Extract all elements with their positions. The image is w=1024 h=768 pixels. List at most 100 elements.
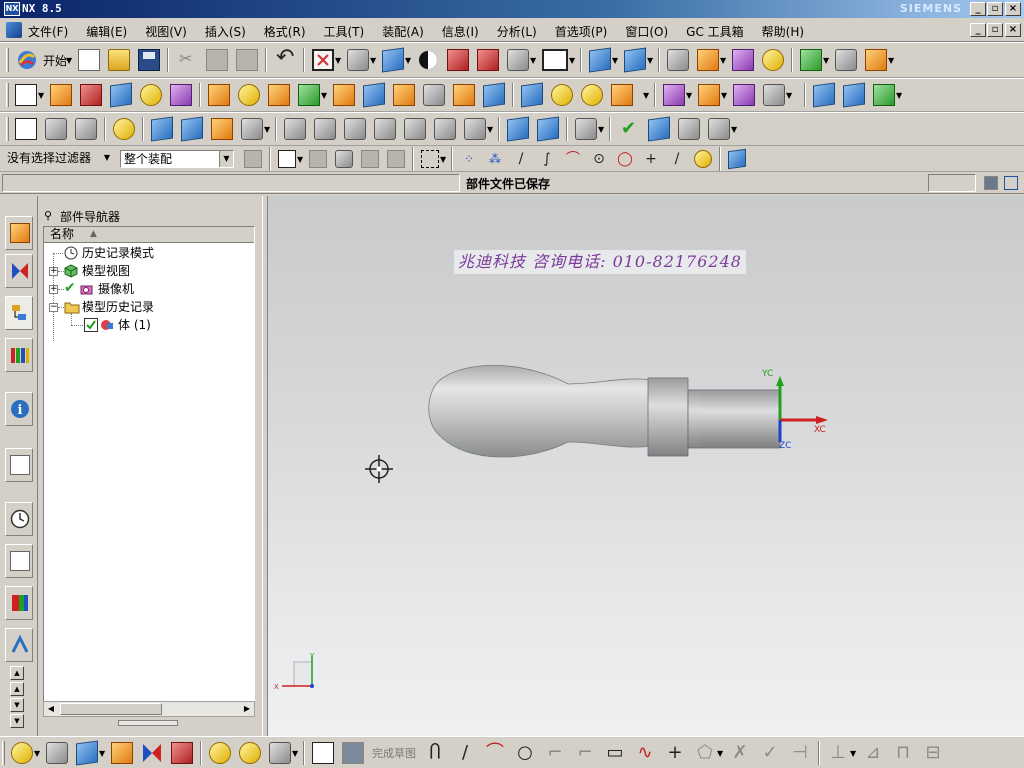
polygon-icon[interactable]: ∿ [634,742,656,764]
arc-icon[interactable]: ⌒ [484,742,506,764]
interpart-link-icon[interactable] [239,742,261,764]
doc-minimize-button[interactable]: _ [970,23,986,37]
snap-point-icon[interactable] [762,49,785,71]
edge-blend-icon[interactable] [393,84,415,106]
surface-sweep-icon[interactable] [873,84,895,106]
snap-on-curve-icon[interactable]: / [668,150,686,168]
menu-file[interactable]: 文件(F) [28,23,68,40]
snap-line-icon[interactable]: / [512,150,530,168]
maximize-graphics-icon[interactable] [1004,176,1018,190]
paste-icon[interactable] [236,49,259,71]
gear-modeling-icon[interactable] [575,118,597,140]
auto-dimension-icon[interactable]: ⊓ [892,742,914,764]
revolve-icon[interactable] [80,84,102,106]
type-filter-select[interactable]: 没有选择过滤器 ▼ [4,150,114,168]
snap-endpoint-icon[interactable]: ⁘ [460,150,478,168]
view-orient-icon[interactable] [728,148,746,170]
move-component-icon[interactable] [181,116,203,142]
move-component-2-icon[interactable] [171,742,193,764]
doc-close-button[interactable]: × [1005,23,1021,37]
extrude-icon[interactable] [50,84,72,106]
body-rule-icon[interactable] [387,150,405,168]
navigator-split-handle[interactable] [118,720,178,726]
sync-replace-face-icon[interactable] [763,84,785,106]
layer-frame-icon[interactable] [542,49,569,71]
chamfer-sketch-icon[interactable]: ⌐ [574,742,596,764]
wcs-origin-icon[interactable] [697,49,720,71]
palette-tab[interactable] [5,586,33,620]
line-icon[interactable]: / [454,742,476,764]
graphics-window[interactable]: 兆迪科技 咨询电话: 010-82176248 YC XC ZC Y X [268,196,1024,736]
orient-view-icon[interactable] [382,47,405,73]
draft-icon[interactable] [483,82,505,108]
block-icon[interactable] [110,82,132,108]
point-icon[interactable]: + [664,742,686,764]
roles-tab[interactable] [5,628,33,662]
unite-icon[interactable] [333,84,355,106]
parts-list-icon[interactable] [678,118,700,140]
filter-settings-icon[interactable] [244,150,262,168]
history-tab[interactable] [5,502,33,536]
sketch-constraint-1-icon[interactable] [284,118,306,140]
split-body-icon[interactable] [551,84,573,106]
resource-scroll-up2-button[interactable]: ▲ [10,682,24,696]
assembly-navigator-tab[interactable] [5,216,33,250]
undo-icon[interactable] [274,45,296,71]
replace-component-icon[interactable] [111,742,133,764]
sketch-constraint-3-icon[interactable] [344,118,366,140]
expand-toggle[interactable]: + [49,285,58,294]
make-corner-icon[interactable]: ⊣ [789,742,811,764]
sync-offset-icon[interactable] [698,84,720,106]
sketch-constraint-6-icon[interactable] [434,118,456,140]
layer-settings-icon[interactable] [667,49,690,71]
checkbox-checked-icon[interactable] [84,318,98,332]
chamfer-icon[interactable] [423,84,445,106]
curve-rule-icon[interactable] [309,150,327,168]
mirror-icon[interactable] [611,84,633,106]
start-dropdown-arrow[interactable]: ▼ [66,56,72,65]
surface-mesh-icon[interactable] [843,82,865,108]
move-object-icon[interactable] [589,47,612,73]
assembly-navigator-icon[interactable] [15,118,37,140]
section-view-icon[interactable] [447,49,470,71]
datum-plane-icon[interactable] [268,84,290,106]
menu-information[interactable]: 信息(I) [442,23,479,40]
new-icon[interactable] [78,49,101,71]
menu-format[interactable]: 格式(R) [264,23,306,40]
constraint-navigator-tab[interactable] [5,254,33,288]
menu-insert[interactable]: 插入(S) [205,23,246,40]
scroll-right-icon[interactable]: ▶ [241,703,253,715]
add-component-icon[interactable] [45,118,67,140]
trim-body-icon[interactable] [521,82,543,108]
sketch-task-icon[interactable] [312,742,334,764]
surface-through-curves-icon[interactable] [813,82,835,108]
snap-curve-icon[interactable]: ∫ [538,150,556,168]
assembly-load-icon[interactable] [11,742,33,764]
profile-icon[interactable]: Ⴖ [424,742,446,764]
wave-geometry-icon[interactable] [209,742,231,764]
feature-rule-icon[interactable] [361,150,379,168]
process-studio-tab[interactable] [5,544,33,578]
sketch-icon[interactable] [15,84,37,106]
resource-scroll-up-button[interactable]: ▲ [10,666,24,680]
sketch-constraint-2-icon[interactable] [314,118,336,140]
save-icon[interactable] [138,49,161,71]
fillet-icon[interactable]: ⌐ [544,742,566,764]
circle-icon[interactable]: ○ [514,742,536,764]
hd3d-tools-tab[interactable]: i [5,392,33,426]
menu-edit[interactable]: 编辑(E) [86,23,127,40]
new-component-icon[interactable] [75,118,97,140]
menu-view[interactable]: 视图(V) [145,23,187,40]
menu-assemblies[interactable]: 装配(A) [382,23,424,40]
reuse-library-tab[interactable] [5,338,33,372]
display-edit-icon[interactable] [507,49,530,71]
measure-angle-icon[interactable] [865,49,888,71]
resource-scroll-down-button[interactable]: ▼ [10,698,24,712]
doc-restore-button[interactable]: ▫ [987,23,1003,37]
wave-link-icon[interactable] [113,118,135,140]
spring-tool-icon[interactable] [537,116,559,142]
exploded-view-icon[interactable] [241,118,263,140]
snap-select-icon[interactable] [278,150,296,168]
sketch-constraint-7-icon[interactable] [464,118,486,140]
snap-arc-center-icon[interactable]: ⌒ [564,150,582,168]
